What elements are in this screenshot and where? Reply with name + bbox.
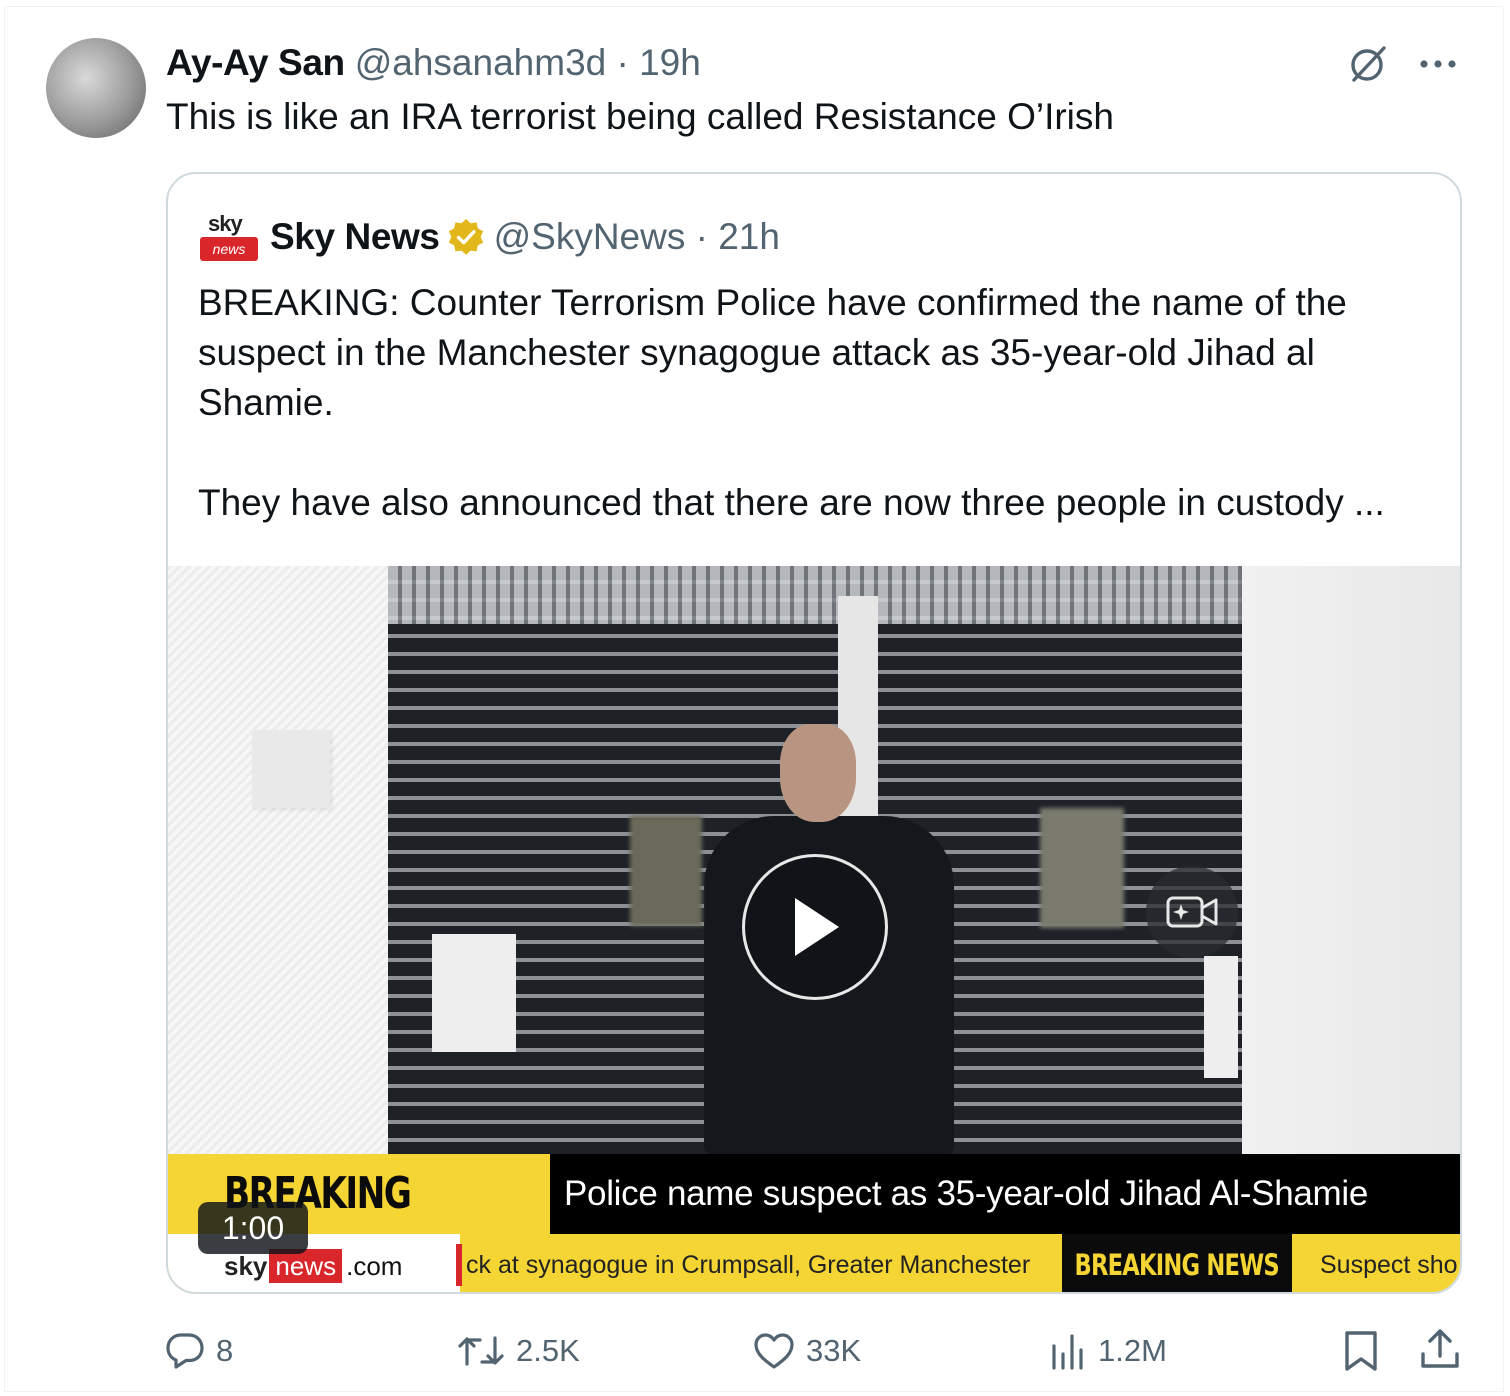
ticker-scroll-text-2: Suspect sho (1320, 1251, 1458, 1279)
retweet-button[interactable]: 2.5K (456, 1328, 580, 1374)
ticker-scroll-text: ck at synagogue in Crumpsall, Greater Ma… (466, 1251, 1031, 1279)
author-display-name[interactable]: Ay-Ay San (166, 42, 345, 84)
video-figure-head (780, 724, 856, 822)
like-button[interactable]: 33K (752, 1328, 861, 1374)
verified-icon (448, 219, 483, 255)
news-ticker-main: BREAKING NEWS Police name suspect as 35-… (168, 1154, 1460, 1292)
video-blurred-face-left (630, 816, 702, 926)
share-icon[interactable] (1418, 1326, 1462, 1372)
tweet-header: Ay-Ay San @ahsanahm3d · 19h (166, 40, 701, 86)
news-logo-text: news (200, 237, 258, 261)
like-icon (754, 1333, 794, 1369)
quoted-paragraph-1: BREAKING: Counter Terrorism Police have … (198, 282, 1347, 423)
video-duration-badge: 1:00 (198, 1202, 308, 1254)
quoted-paragraph-2: They have also announced that there are … (198, 482, 1385, 523)
video-sign-right (1204, 956, 1238, 1078)
sky-news-avatar[interactable]: sky news (198, 209, 260, 265)
ticker-divider (456, 1244, 462, 1286)
views-button[interactable]: 1.2M (1048, 1328, 1167, 1374)
video-sign-left (432, 934, 516, 1052)
views-icon (1052, 1334, 1083, 1370)
video-camera-button[interactable] (1146, 866, 1238, 958)
video-blurred-face-right (1040, 808, 1124, 928)
play-icon (795, 898, 839, 956)
like-count: 33K (806, 1333, 862, 1368)
tweet-text: This is like an IRA terrorist being call… (166, 96, 1114, 137)
video-camera-icon (1166, 896, 1218, 928)
bookmark-icon[interactable] (1340, 1328, 1382, 1374)
quoted-tweet-text: BREAKING: Counter Terrorism Police have … (198, 278, 1448, 528)
author-handle-time[interactable]: @ahsanahm3d · 19h (355, 42, 701, 84)
quoted-author-display-name[interactable]: Sky News (270, 216, 440, 258)
play-button[interactable] (742, 854, 888, 1000)
sky-logo-text: sky (208, 211, 243, 236)
retweet-icon (458, 1336, 504, 1366)
retweet-count: 2.5K (516, 1333, 580, 1368)
video-wall-block (252, 730, 330, 808)
news-ticker-sub: sky news .com ck at synagogue in Crumpsall… (168, 1234, 1460, 1292)
views-count: 1.2M (1098, 1333, 1167, 1368)
ticker-breaking-label: BREAKING NEWS (1062, 1234, 1292, 1292)
reply-count: 8 (216, 1333, 234, 1368)
video-background-left (168, 566, 390, 1154)
ticker-headline: Police name suspect as 35-year-old Jihad… (564, 1174, 1369, 1213)
video-background-right (1242, 566, 1460, 1154)
video-frame-top (388, 566, 1242, 624)
avatar[interactable] (46, 38, 146, 138)
video-player[interactable]: BREAKING NEWS Police name suspect as 35-… (168, 566, 1460, 1292)
reply-icon (166, 1333, 204, 1369)
reply-button[interactable]: 8 (164, 1328, 233, 1374)
quoted-author-handle-time[interactable]: @SkyNews · 21h (494, 216, 780, 258)
grok-icon[interactable] (1346, 42, 1390, 86)
more-icon[interactable] (1418, 46, 1458, 82)
quoted-tweet-header: sky news Sky News @SkyNews · 21h (198, 210, 780, 264)
quoted-tweet[interactable]: sky news Sky News @SkyNews · 21h BREAKIN… (166, 172, 1462, 1294)
